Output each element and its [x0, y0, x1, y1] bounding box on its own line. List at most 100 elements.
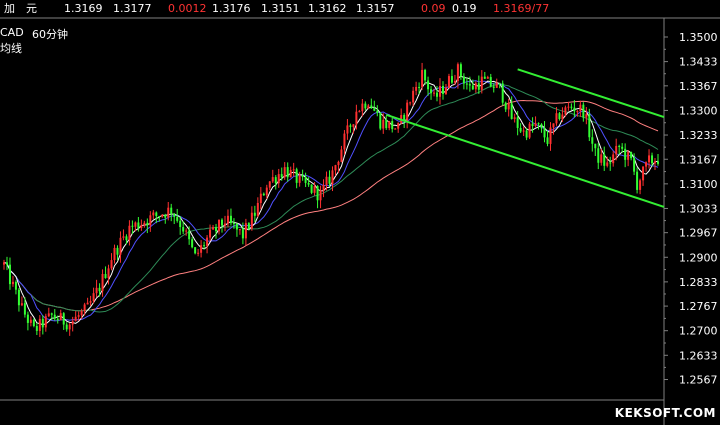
- y-tick-label: 1.2767: [679, 300, 718, 313]
- candle-body: [286, 167, 289, 178]
- candle-body: [170, 207, 173, 214]
- candle-body: [3, 262, 5, 265]
- candle-body: [241, 229, 244, 239]
- candle-body: [379, 112, 382, 129]
- candle-body: [510, 103, 513, 119]
- candle-body: [56, 318, 59, 321]
- candle-body: [394, 128, 397, 130]
- candle-body: [232, 222, 235, 224]
- candle-body: [328, 176, 331, 184]
- candle-body: [14, 281, 17, 290]
- candle-body: [543, 128, 546, 138]
- candle-body: [167, 207, 170, 218]
- candle-body: [229, 215, 232, 223]
- candle-body: [525, 130, 528, 138]
- candle-body: [158, 215, 161, 217]
- candle-body: [555, 113, 558, 124]
- candle-body: [146, 222, 149, 226]
- candle-body: [534, 123, 537, 126]
- candle-body: [355, 111, 358, 125]
- candle-body: [567, 106, 570, 108]
- candle-body: [588, 114, 591, 138]
- candle-body: [415, 86, 418, 91]
- candle-body: [591, 137, 594, 144]
- candle-body: [579, 104, 582, 112]
- candle-body: [104, 273, 107, 279]
- candle-body: [218, 219, 221, 232]
- candle-body: [391, 121, 394, 130]
- candle-body: [648, 155, 651, 163]
- candle-body: [250, 212, 253, 229]
- candle-body: [238, 229, 241, 231]
- candle-body: [364, 103, 367, 109]
- candle-body: [173, 213, 176, 217]
- candle-body: [200, 245, 203, 253]
- candle-body: [549, 127, 552, 144]
- candle-body: [468, 84, 471, 86]
- candle-body: [642, 166, 645, 181]
- candle-body: [92, 293, 95, 302]
- candle-body: [23, 303, 26, 315]
- candle-body: [418, 86, 421, 88]
- candle-body: [585, 114, 588, 118]
- candle-body: [465, 83, 468, 85]
- candle-body: [277, 174, 280, 184]
- y-tick-label: 1.3167: [679, 153, 718, 166]
- candle-body: [450, 76, 453, 83]
- y-tick-label: 1.3367: [679, 80, 718, 93]
- y-tick-label: 1.3100: [679, 178, 718, 191]
- y-tick-label: 1.3233: [679, 129, 718, 142]
- candle-body: [636, 171, 639, 190]
- candle-body: [439, 85, 441, 97]
- price-chart[interactable]: 1.3500 1.3433 1.3367 1.3300 1.3233 1.3167 1.31…: [0, 0, 720, 425]
- candle-body: [161, 214, 164, 217]
- candle-body: [65, 324, 68, 330]
- candle-body: [424, 69, 427, 81]
- candle-body: [430, 89, 433, 94]
- candle-body: [292, 169, 295, 171]
- candle-body: [131, 225, 134, 227]
- candle-body: [44, 316, 47, 328]
- y-tick-label: 1.3433: [679, 56, 718, 69]
- candle-body: [612, 154, 615, 164]
- candle-body: [137, 222, 140, 228]
- candle-body: [98, 287, 101, 292]
- candle-body: [489, 77, 492, 87]
- candle-body: [504, 102, 507, 110]
- candle-body: [477, 83, 480, 90]
- candle-body: [29, 319, 32, 323]
- candle-body: [89, 301, 92, 303]
- candle-body: [95, 287, 98, 294]
- candle-body: [433, 92, 436, 94]
- candle-body: [71, 321, 74, 325]
- candle-body: [116, 247, 119, 255]
- candle-body: [212, 227, 215, 230]
- candle-body: [35, 325, 38, 331]
- candle-body: [453, 80, 456, 83]
- candle-body: [594, 143, 597, 149]
- candle-body: [630, 152, 633, 159]
- candle-body: [480, 76, 483, 90]
- candle-body: [406, 102, 409, 121]
- candle-body: [86, 302, 89, 305]
- candle-body: [486, 77, 489, 79]
- candle-body: [603, 154, 606, 166]
- y-tick-label: 1.2833: [679, 276, 718, 289]
- candle-body: [376, 110, 379, 113]
- candle-body: [373, 108, 376, 111]
- candle-body: [456, 64, 459, 81]
- candle-body: [101, 273, 104, 292]
- candle-body: [522, 130, 525, 132]
- candle-body: [235, 223, 238, 230]
- candle-body: [20, 303, 23, 306]
- watermark: KEKSOFT.COM: [614, 406, 716, 420]
- candle-body: [412, 90, 415, 103]
- candle-body: [206, 237, 209, 246]
- candle-body: [337, 161, 340, 166]
- candle-body: [152, 212, 155, 216]
- candle-body: [444, 87, 447, 94]
- candle-body: [498, 82, 501, 84]
- candle-body: [298, 175, 301, 183]
- candle-body: [624, 148, 627, 160]
- candle-body: [188, 230, 191, 240]
